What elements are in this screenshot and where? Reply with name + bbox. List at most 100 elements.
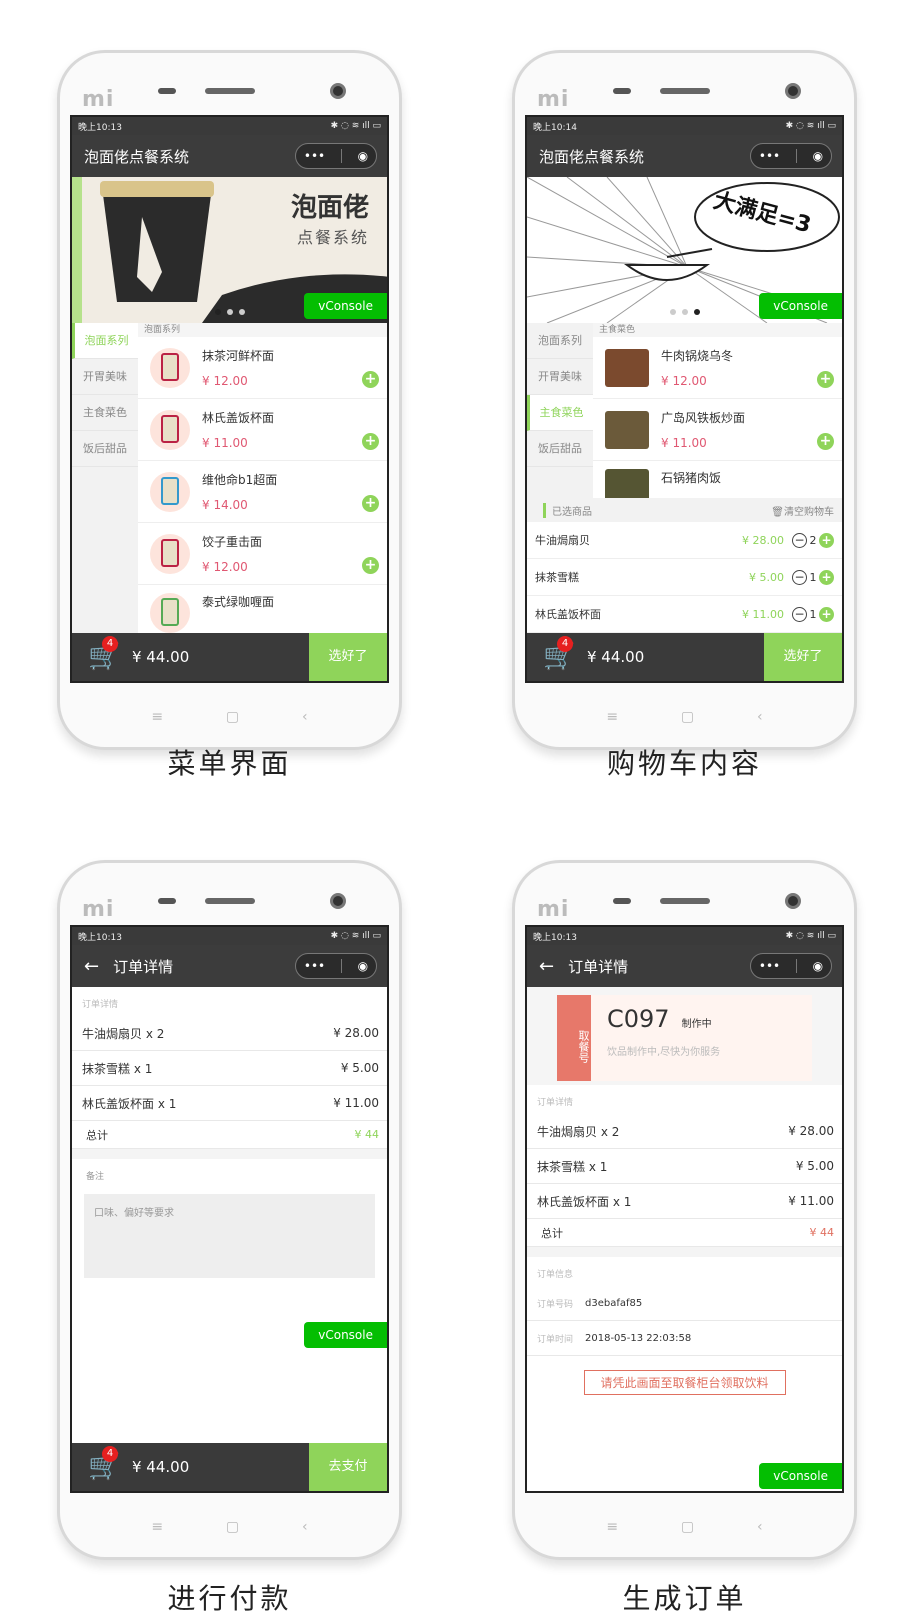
status-bar: 晚上10:14 ✱ ◌ ≋ ıll ▭	[527, 117, 842, 135]
menu-key-icon[interactable]: ≡	[151, 1519, 163, 1535]
carousel-dot[interactable]	[669, 309, 676, 315]
carousel-dot[interactable]	[693, 309, 700, 315]
increase-icon[interactable]: +	[819, 569, 834, 585]
add-icon[interactable]: +	[362, 495, 379, 512]
add-icon[interactable]: +	[817, 371, 834, 388]
brand-logo: mi	[537, 87, 570, 112]
product-image	[150, 533, 190, 574]
pickup-label: 取餐号	[557, 995, 591, 1081]
product-image	[150, 471, 190, 512]
cart-icon[interactable]: 🛒 4	[543, 636, 575, 672]
close-target-icon[interactable]: ◉	[813, 149, 823, 163]
home-key-icon[interactable]: ▢	[226, 1519, 239, 1535]
more-icon[interactable]: •••	[759, 149, 780, 163]
sidebar-item-desserts[interactable]: 饭后甜品	[72, 431, 138, 467]
done-button[interactable]: 选好了	[309, 633, 387, 681]
sidebar-item-noodles[interactable]: 泡面系列	[527, 323, 593, 359]
carousel-dot[interactable]	[226, 309, 233, 315]
note-textarea[interactable]: 口味、偏好等要求	[84, 1194, 375, 1278]
close-target-icon[interactable]: ◉	[358, 149, 368, 163]
list-item[interactable]: 抹茶河鲜杯面 ¥ 12.00 +	[138, 337, 387, 399]
caption-cart: 购物车内容	[606, 747, 762, 780]
list-item[interactable]: 林氏盖饭杯面 ¥ 11.00 +	[138, 399, 387, 461]
status-time: 晚上10:14	[533, 122, 577, 133]
vconsole-button[interactable]: vConsole	[304, 1322, 387, 1348]
sidebar-item-appetizers[interactable]: 开胃美味	[72, 359, 138, 395]
order-line-price: ¥ 5.00	[795, 1159, 834, 1173]
home-key-icon[interactable]: ▢	[681, 709, 694, 725]
product-name: 泰式绿咖喱面	[202, 595, 275, 609]
back-arrow-icon[interactable]: ←	[84, 956, 99, 977]
sidebar-item-mains[interactable]: 主食菜色	[72, 395, 138, 431]
product-price: ¥ 11.00	[661, 436, 707, 450]
cart-icon[interactable]: 🛒 4	[88, 636, 120, 672]
add-icon[interactable]: +	[362, 433, 379, 450]
product-price: ¥ 12.00	[661, 374, 707, 388]
carousel-dot[interactable]	[238, 309, 245, 315]
cart-bar: 🛒 4 ¥ 44.00 去支付	[72, 1443, 387, 1491]
cart-panel-title: 已选商品	[543, 502, 592, 518]
more-icon[interactable]: •••	[304, 149, 325, 163]
nav-keys: ≡ ▢ ‹	[60, 1519, 399, 1535]
mini-program-capsule: ••• ◉	[295, 143, 377, 169]
cart-row: 抹茶雪糕 ¥ 5.00−1 +	[527, 559, 842, 596]
status-icons: ✱ ◌ ≋ ıll ▭	[785, 121, 836, 131]
banner-carousel[interactable]: 大满足=3 vConsole	[527, 177, 842, 323]
list-item[interactable]: 维他命b1超面 ¥ 14.00 +	[138, 461, 387, 523]
clear-cart-button[interactable]: 🗑清空购物车	[771, 503, 834, 518]
page-title: 泡面佬点餐系统	[539, 147, 645, 166]
back-key-icon[interactable]: ‹	[302, 1519, 308, 1535]
add-icon[interactable]: +	[817, 433, 834, 450]
home-key-icon[interactable]: ▢	[681, 1519, 694, 1535]
done-button[interactable]: 选好了	[764, 633, 842, 681]
sidebar-item-noodles[interactable]: 泡面系列	[72, 323, 138, 359]
front-camera	[330, 893, 346, 909]
pay-button[interactable]: 去支付	[309, 1443, 387, 1491]
add-icon[interactable]: +	[362, 371, 379, 388]
menu-key-icon[interactable]: ≡	[606, 1519, 618, 1535]
status-bar: 晚上10:13 ✱ ◌ ≋ ıll ▭	[72, 117, 387, 135]
cart-bar: 🛒 4 ¥ 44.00 选好了	[527, 633, 842, 681]
list-item[interactable]: 广岛风铁板炒面 ¥ 11.00 +	[593, 399, 842, 461]
trash-icon: 🗑	[771, 506, 784, 518]
back-key-icon[interactable]: ‹	[302, 709, 308, 725]
order-number: d3ebafaf85	[585, 1297, 643, 1309]
phone-order: mi 晚上10:13 ✱ ◌ ≋ ıll ▭ ← 订单详情 ••• ◉ 取餐号 C0…	[512, 860, 857, 1560]
cart-icon[interactable]: 🛒 4	[88, 1446, 120, 1482]
vconsole-button[interactable]: vConsole	[304, 293, 387, 319]
total-value: ¥ 44	[354, 1128, 380, 1141]
menu-key-icon[interactable]: ≡	[606, 709, 618, 725]
list-item[interactable]: 饺子重击面 ¥ 12.00 +	[138, 523, 387, 585]
increase-icon[interactable]: +	[819, 532, 834, 548]
back-arrow-icon[interactable]: ←	[539, 956, 554, 977]
increase-icon[interactable]: +	[819, 606, 834, 622]
order-line-price: ¥ 11.00	[333, 1096, 379, 1110]
sidebar-item-mains[interactable]: 主食菜色	[527, 395, 593, 431]
close-target-icon[interactable]: ◉	[358, 959, 368, 973]
decrease-icon[interactable]: −	[792, 606, 807, 622]
add-icon[interactable]: +	[362, 557, 379, 574]
list-item[interactable]: 牛肉锅烧乌冬 ¥ 12.00 +	[593, 337, 842, 399]
order-line-price: ¥ 28.00	[788, 1124, 834, 1138]
menu-key-icon[interactable]: ≡	[151, 709, 163, 725]
sidebar-item-desserts[interactable]: 饭后甜品	[527, 431, 593, 467]
banner-carousel[interactable]: 泡面佬 点餐系统 vConsole	[72, 177, 387, 323]
home-key-icon[interactable]: ▢	[226, 709, 239, 725]
more-icon[interactable]: •••	[759, 959, 780, 973]
close-target-icon[interactable]: ◉	[813, 959, 823, 973]
product-name: 抹茶河鲜杯面	[202, 349, 275, 363]
order-line: 抹茶雪糕 x 1 ¥ 5.00	[72, 1051, 387, 1086]
carousel-dot[interactable]	[681, 309, 688, 315]
decrease-icon[interactable]: −	[792, 569, 807, 585]
back-key-icon[interactable]: ‹	[757, 709, 763, 725]
carousel-dot[interactable]	[214, 309, 221, 315]
order-line-name: 牛油焗扇贝 x 2	[537, 1124, 620, 1139]
decrease-icon[interactable]: −	[792, 532, 807, 548]
cart-item-price: ¥ 5.00	[749, 570, 784, 584]
more-icon[interactable]: •••	[304, 959, 325, 973]
vconsole-button[interactable]: vConsole	[759, 1463, 842, 1489]
title-bar: ← 订单详情 ••• ◉	[527, 945, 842, 987]
back-key-icon[interactable]: ‹	[757, 1519, 763, 1535]
sidebar-item-appetizers[interactable]: 开胃美味	[527, 359, 593, 395]
vconsole-button[interactable]: vConsole	[759, 293, 842, 319]
